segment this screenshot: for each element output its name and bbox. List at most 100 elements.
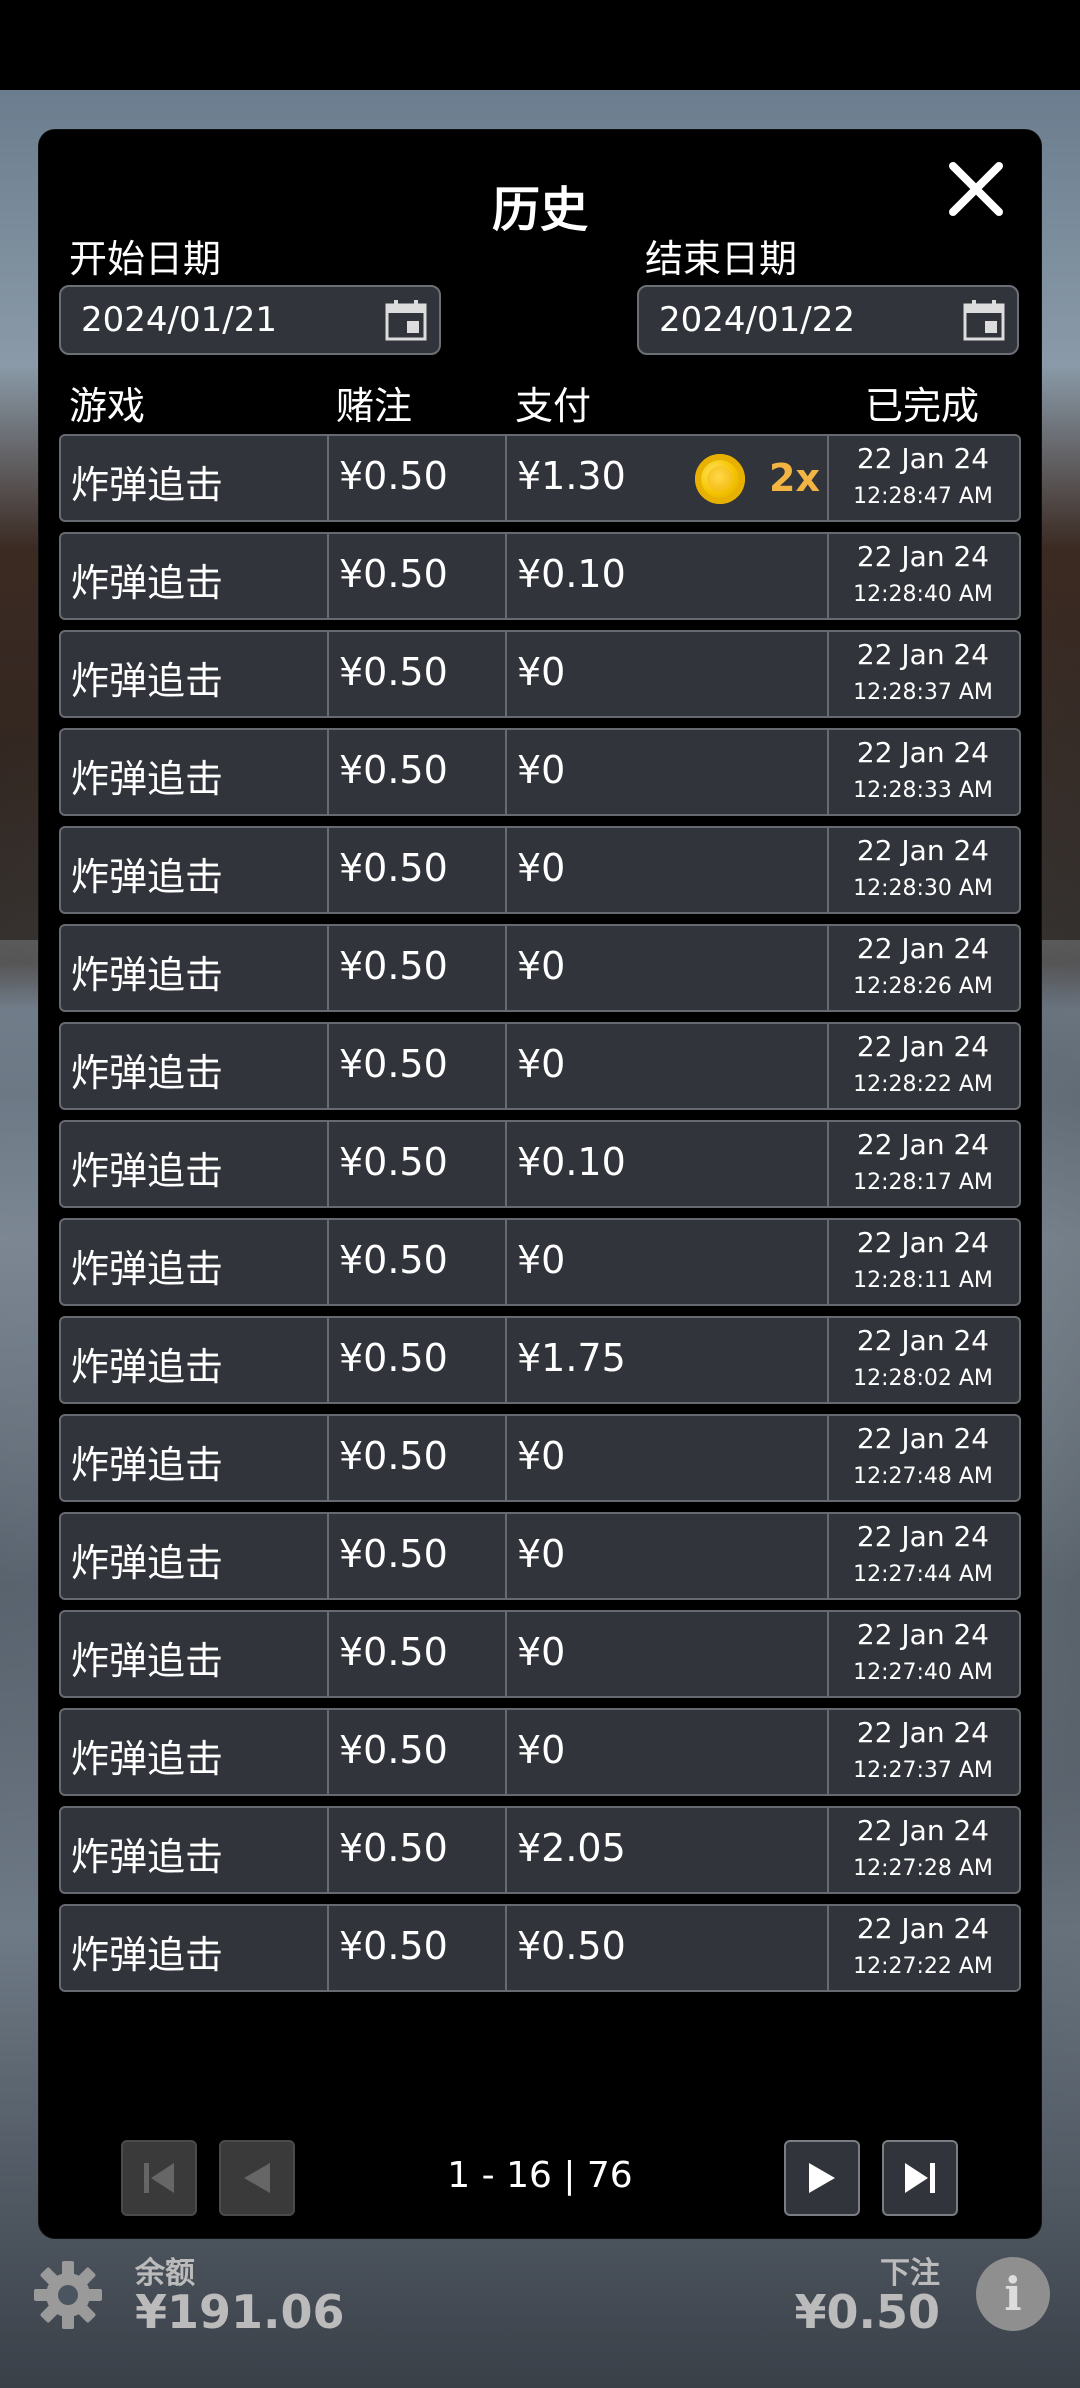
completed-date: 22 Jan 24 xyxy=(856,638,990,671)
game-name: 炸弹追击 xyxy=(71,1051,224,1095)
completed-time: 12:28:40 AM xyxy=(853,582,993,607)
completed-cell: 22 Jan 24 12:27:44 AM xyxy=(827,1514,1019,1598)
pay-amount: ¥0 xyxy=(517,846,566,890)
last-page-icon xyxy=(905,2163,935,2193)
game-cell: 炸弹追击 xyxy=(61,534,329,618)
game-cell: 炸弹追击 xyxy=(61,1612,329,1696)
table-row[interactable]: 炸弹追击 ¥0.50 ¥0.10 22 Jan 24 12:28:40 AM xyxy=(59,532,1021,620)
pay-cell: ¥1.30 2x xyxy=(505,436,829,520)
completed-date: 22 Jan 24 xyxy=(856,1814,990,1847)
completed-cell: 22 Jan 24 12:28:22 AM xyxy=(827,1024,1019,1108)
table-row[interactable]: 炸弹追击 ¥0.50 ¥2.05 22 Jan 24 12:27:28 AM xyxy=(59,1806,1021,1894)
table-row[interactable]: 炸弹追击 ¥0.50 ¥0.50 22 Jan 24 12:27:22 AM xyxy=(59,1904,1021,1992)
bet-cell: ¥0.50 xyxy=(327,1416,507,1500)
pay-amount: ¥0 xyxy=(517,1042,566,1086)
completed-cell: 22 Jan 24 12:28:26 AM xyxy=(827,926,1019,1010)
close-button[interactable] xyxy=(941,154,1011,224)
pay-cell: ¥1.75 xyxy=(505,1318,829,1402)
start-date-field[interactable]: 2024/01/21 xyxy=(59,285,441,355)
completed-cell: 22 Jan 24 12:28:17 AM xyxy=(827,1122,1019,1206)
close-icon xyxy=(949,162,1003,216)
bet-cell: ¥0.50 xyxy=(327,1612,507,1696)
bet-amount: ¥0.50 xyxy=(339,1924,448,1968)
table-row[interactable]: 炸弹追击 ¥0.50 ¥0 22 Jan 24 12:28:26 AM xyxy=(59,924,1021,1012)
header-game: 游戏 xyxy=(69,384,146,428)
completed-date: 22 Jan 24 xyxy=(856,736,990,769)
pay-cell: ¥0 xyxy=(505,1416,829,1500)
bet-cell: ¥0.50 xyxy=(327,1024,507,1108)
game-cell: 炸弹追击 xyxy=(61,828,329,912)
end-date-field[interactable]: 2024/01/22 xyxy=(637,285,1019,355)
header-completed: 已完成 xyxy=(865,384,980,428)
info-button[interactable]: i xyxy=(976,2257,1050,2331)
game-cell: 炸弹追击 xyxy=(61,1514,329,1598)
pay-cell: ¥2.05 xyxy=(505,1808,829,1892)
calendar-icon[interactable] xyxy=(961,297,1007,343)
pay-amount: ¥1.30 xyxy=(517,454,626,498)
bet-amount: ¥0.50 xyxy=(339,1336,448,1380)
completed-time: 12:28:37 AM xyxy=(853,680,993,705)
bet-cell: ¥0.50 xyxy=(327,1514,507,1598)
pay-amount: ¥0 xyxy=(517,944,566,988)
table-row[interactable]: 炸弹追击 ¥0.50 ¥1.30 2x 22 Jan 24 12:28:47 AM xyxy=(59,434,1021,522)
game-cell: 炸弹追击 xyxy=(61,1906,329,1990)
completed-cell: 22 Jan 24 12:28:33 AM xyxy=(827,730,1019,814)
pay-amount: ¥0 xyxy=(517,1728,566,1772)
completed-cell: 22 Jan 24 12:28:37 AM xyxy=(827,632,1019,716)
table-row[interactable]: 炸弹追击 ¥0.50 ¥0 22 Jan 24 12:28:30 AM xyxy=(59,826,1021,914)
table-row[interactable]: 炸弹追击 ¥0.50 ¥0 22 Jan 24 12:27:37 AM xyxy=(59,1708,1021,1796)
calendar-icon[interactable] xyxy=(383,297,429,343)
next-page-button[interactable] xyxy=(784,2140,860,2216)
bet-cell: ¥0.50 xyxy=(327,436,507,520)
bet-cell: ¥0.50 xyxy=(327,1710,507,1794)
completed-date: 22 Jan 24 xyxy=(856,1520,990,1553)
table-row[interactable]: 炸弹追击 ¥0.50 ¥0 22 Jan 24 12:28:22 AM xyxy=(59,1022,1021,1110)
game-name: 炸弹追击 xyxy=(71,1443,224,1487)
bet-value: ¥0.50 xyxy=(794,2285,940,2339)
table-row[interactable]: 炸弹追击 ¥0.50 ¥0 22 Jan 24 12:27:48 AM xyxy=(59,1414,1021,1502)
pay-amount: ¥0.50 xyxy=(517,1924,626,1968)
pay-cell: ¥0 xyxy=(505,632,829,716)
bet-amount: ¥0.50 xyxy=(339,1042,448,1086)
table-row[interactable]: 炸弹追击 ¥0.50 ¥1.75 22 Jan 24 12:28:02 AM xyxy=(59,1316,1021,1404)
completed-time: 12:27:48 AM xyxy=(853,1464,993,1489)
bet-cell: ¥0.50 xyxy=(327,632,507,716)
game-name: 炸弹追击 xyxy=(71,1345,224,1389)
pay-cell: ¥0 xyxy=(505,1024,829,1108)
completed-date: 22 Jan 24 xyxy=(856,1618,990,1651)
table-row[interactable]: 炸弹追击 ¥0.50 ¥0 22 Jan 24 12:28:33 AM xyxy=(59,728,1021,816)
pay-cell: ¥0 xyxy=(505,828,829,912)
pay-amount: ¥0 xyxy=(517,1630,566,1674)
table-row[interactable]: 炸弹追击 ¥0.50 ¥0 22 Jan 24 12:28:37 AM xyxy=(59,630,1021,718)
completed-time: 12:28:02 AM xyxy=(853,1366,993,1391)
settings-button[interactable] xyxy=(30,2257,106,2333)
completed-cell: 22 Jan 24 12:28:40 AM xyxy=(827,534,1019,618)
completed-date: 22 Jan 24 xyxy=(856,1128,990,1161)
completed-cell: 22 Jan 24 12:28:30 AM xyxy=(827,828,1019,912)
completed-cell: 22 Jan 24 12:28:11 AM xyxy=(827,1220,1019,1304)
bet-amount: ¥0.50 xyxy=(339,454,448,498)
pay-cell: ¥0.10 xyxy=(505,1122,829,1206)
last-page-button[interactable] xyxy=(882,2140,958,2216)
completed-cell: 22 Jan 24 12:27:40 AM xyxy=(827,1612,1019,1696)
table-row[interactable]: 炸弹追击 ¥0.50 ¥0 22 Jan 24 12:27:40 AM xyxy=(59,1610,1021,1698)
coin-icon xyxy=(695,454,745,504)
balance-value: ¥191.06 xyxy=(135,2285,345,2339)
game-name: 炸弹追击 xyxy=(71,953,224,997)
pay-cell: ¥0 xyxy=(505,730,829,814)
completed-date: 22 Jan 24 xyxy=(856,932,990,965)
pay-amount: ¥0 xyxy=(517,1532,566,1576)
end-date-label: 结束日期 xyxy=(645,237,798,281)
bet-amount: ¥0.50 xyxy=(339,1434,448,1478)
table-row[interactable]: 炸弹追击 ¥0.50 ¥0 22 Jan 24 12:28:11 AM xyxy=(59,1218,1021,1306)
game-name: 炸弹追击 xyxy=(71,757,224,801)
table-row[interactable]: 炸弹追击 ¥0.50 ¥0.10 22 Jan 24 12:28:17 AM xyxy=(59,1120,1021,1208)
pay-cell: ¥0 xyxy=(505,1612,829,1696)
bet-cell: ¥0.50 xyxy=(327,730,507,814)
bet-amount: ¥0.50 xyxy=(339,944,448,988)
game-cell: 炸弹追击 xyxy=(61,1122,329,1206)
bet-amount: ¥0.50 xyxy=(339,846,448,890)
completed-time: 12:27:28 AM xyxy=(853,1856,993,1881)
pay-cell: ¥0 xyxy=(505,1514,829,1598)
table-row[interactable]: 炸弹追击 ¥0.50 ¥0 22 Jan 24 12:27:44 AM xyxy=(59,1512,1021,1600)
